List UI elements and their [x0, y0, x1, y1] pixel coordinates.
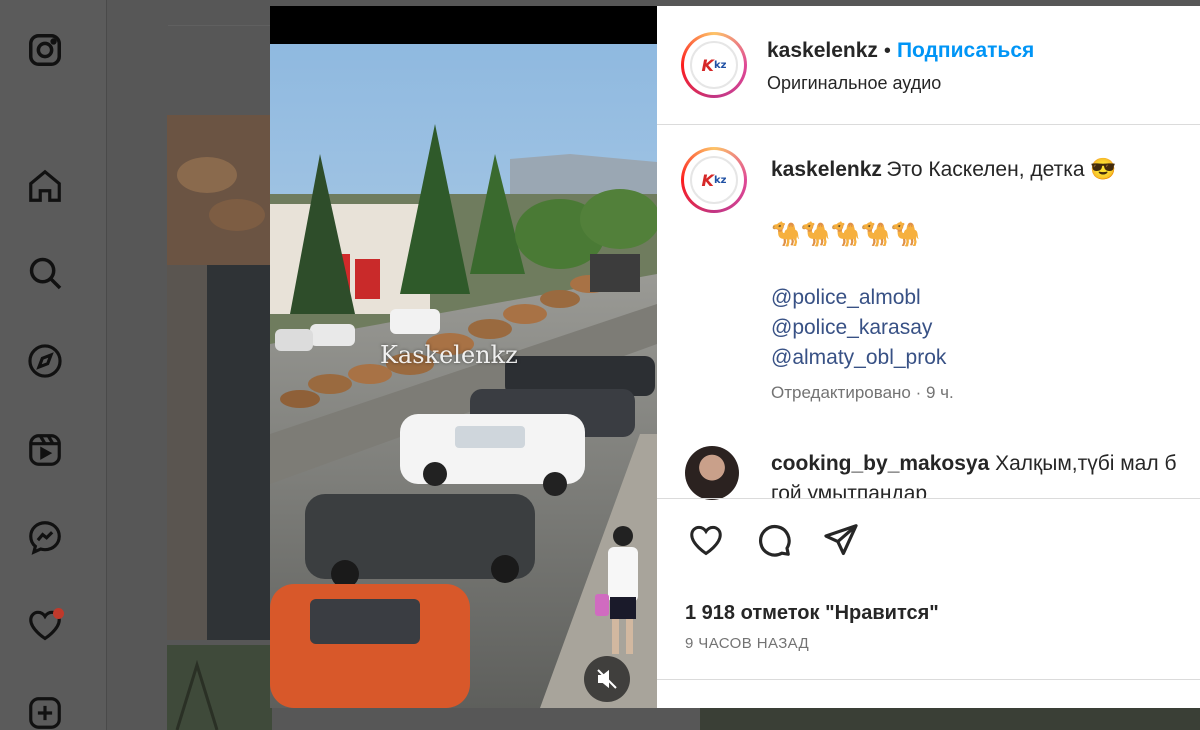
explore-icon[interactable]: [24, 340, 66, 382]
post-header: Kkz kaskelenkz • Подписаться Оригинальное …: [657, 6, 1200, 125]
likes-count[interactable]: 1 918 отметок "Нравится": [685, 602, 939, 625]
logo-kz: kz: [713, 174, 727, 186]
mute-button[interactable]: [584, 656, 630, 702]
create-icon[interactable]: [24, 692, 66, 730]
comment-username[interactable]: cooking_by_makosya: [771, 452, 989, 475]
messenger-icon[interactable]: [24, 516, 66, 558]
follow-button[interactable]: Подписаться: [897, 39, 1034, 62]
heart-icon[interactable]: [24, 604, 66, 646]
mention-almaty-obl-prok[interactable]: @almaty_obl_prok: [771, 343, 946, 373]
instagram-icon[interactable]: [24, 29, 66, 71]
mentions-list: @police_almobl @police_karasay @almaty_o…: [771, 283, 946, 373]
comment-icon: [759, 524, 791, 557]
header-title-row: kaskelenkz • Подписаться: [767, 39, 1034, 63]
like-button[interactable]: [685, 519, 727, 561]
post-details: Kkz kaskelenkz • Подписаться Оригинальное …: [657, 6, 1200, 708]
notification-dot: [53, 608, 64, 619]
video-watermark: Kaskelenkz: [380, 341, 518, 369]
channel-logo: Kkz: [690, 41, 738, 89]
mention-police-almobl[interactable]: @police_almobl: [771, 283, 946, 313]
divider: [657, 679, 1200, 680]
caption: kaskelenkz Это Каскелен, детка 😎: [771, 158, 1117, 182]
comment-text: Халқым,түбі мал б: [995, 452, 1177, 475]
comment-text-continued: гой умытпандар: [771, 482, 928, 498]
comment-avatar[interactable]: [685, 446, 739, 500]
comment-button[interactable]: [753, 519, 795, 561]
original-audio-link[interactable]: Оригинальное аудио: [767, 73, 941, 94]
caption-avatar[interactable]: Kkz: [681, 147, 747, 213]
post-modal: Kaskelenkz Kkz kaskelenkz • Подписаться Ор…: [270, 6, 1200, 708]
logo-k: K: [701, 55, 714, 75]
video-frame: [270, 44, 657, 708]
logo-k: K: [701, 170, 714, 190]
background-post-image-2: [167, 645, 272, 730]
video-player[interactable]: Kaskelenkz: [270, 6, 657, 708]
actions-bar: 1 918 отметок "Нравится" 9 ЧАСОВ НАЗАД: [657, 498, 1200, 708]
background-post-image-3: [700, 708, 1200, 730]
separator-dot: •: [883, 40, 891, 62]
mention-police-karasay[interactable]: @police_karasay: [771, 313, 946, 343]
comment: cooking_by_makosya Халқым,түбі мал б: [771, 452, 1176, 476]
reels-icon[interactable]: [24, 429, 66, 471]
author-username[interactable]: kaskelenkz: [767, 39, 878, 62]
heart-icon: [690, 525, 722, 556]
caption-emojis: 🐪🐪🐪🐪🐪: [771, 221, 921, 248]
caption-username[interactable]: kaskelenkz: [771, 158, 882, 181]
author-avatar[interactable]: Kkz: [681, 32, 747, 98]
background-sidebar: [0, 0, 107, 730]
caption-text: Это Каскелен, детка 😎: [886, 158, 1117, 181]
edited-timestamp: Отредактировано · 9 ч.: [771, 383, 954, 402]
channel-logo-small: Kkz: [690, 156, 738, 204]
send-icon: [824, 524, 858, 556]
speaker-muted-icon: [597, 669, 617, 689]
search-icon[interactable]: [24, 252, 66, 294]
logo-kz: kz: [713, 59, 727, 71]
share-button[interactable]: [820, 519, 862, 561]
background-post-image: [167, 115, 272, 640]
post-time: 9 ЧАСОВ НАЗАД: [685, 635, 810, 652]
home-icon[interactable]: [24, 165, 66, 207]
